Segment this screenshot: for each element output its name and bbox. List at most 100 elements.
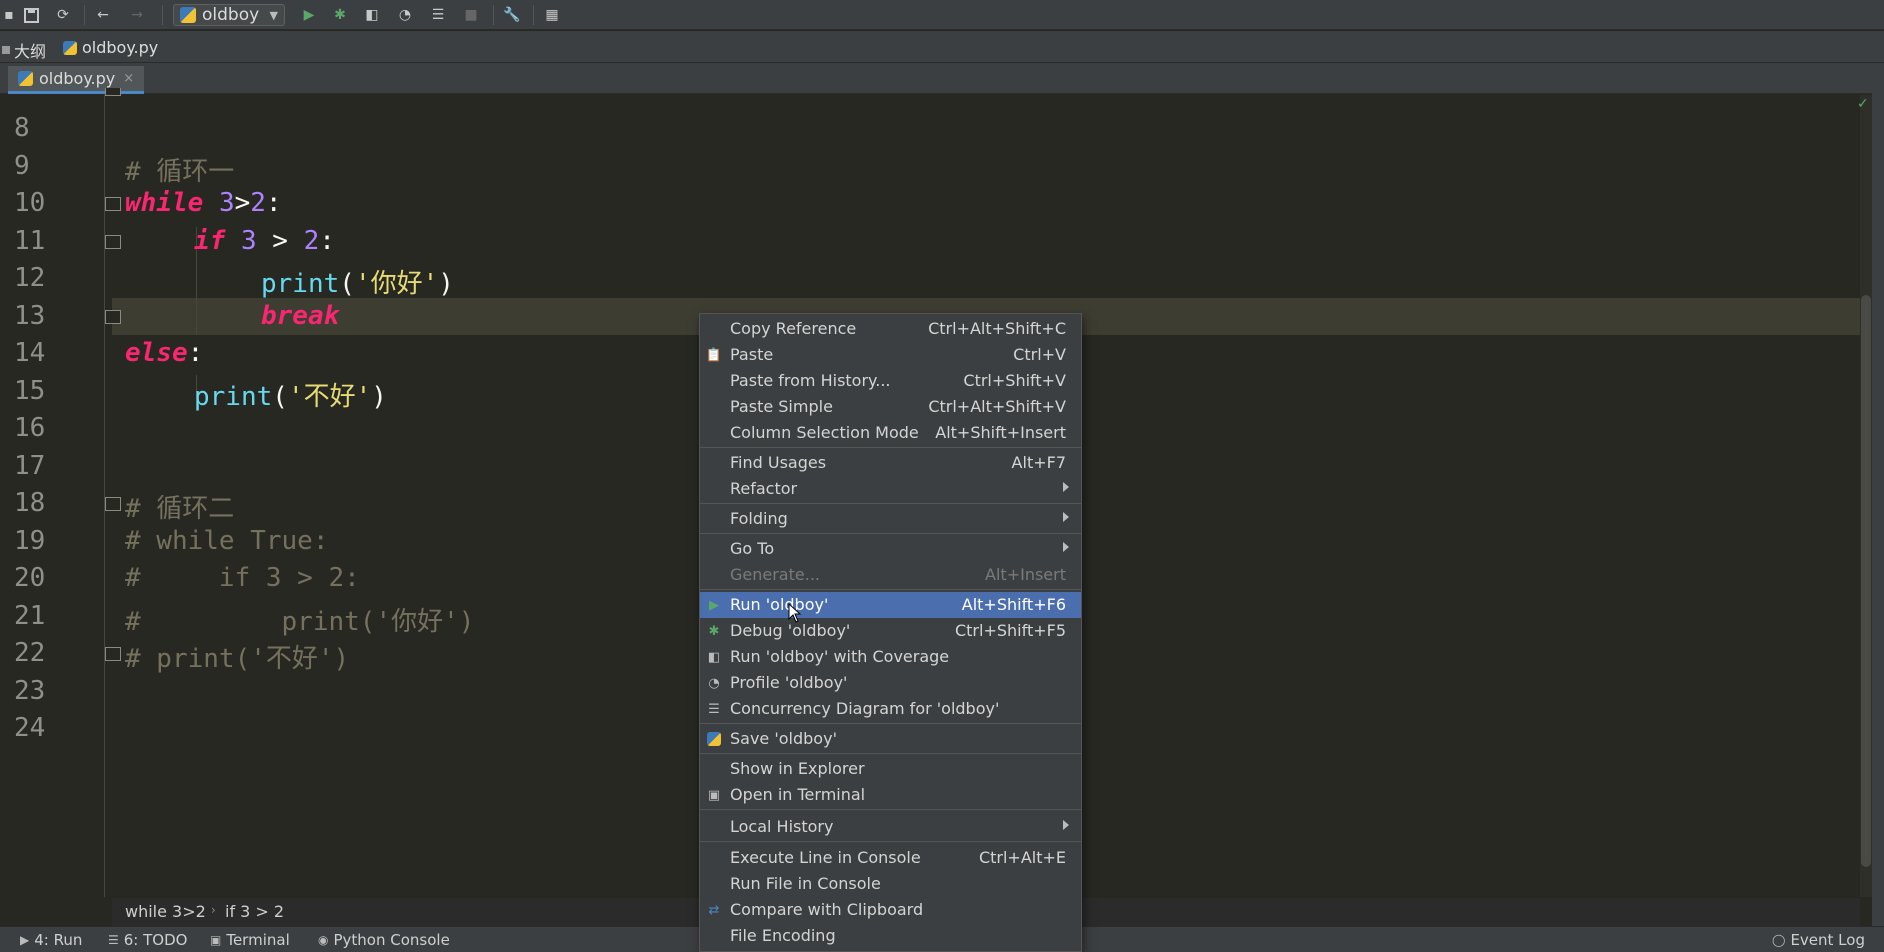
line-number: 22 bbox=[14, 638, 46, 668]
paren: ) bbox=[438, 269, 454, 299]
menu-item-concurrency-diagram[interactable]: ☰ Concurrency Diagram for 'oldboy' bbox=[700, 696, 1081, 722]
breadcrumb-file[interactable]: oldboy.py bbox=[63, 38, 158, 57]
code-line-13: break bbox=[261, 301, 339, 331]
menu-item-run-with-coverage[interactable]: ◧ Run 'oldboy' with Coverage bbox=[700, 644, 1081, 670]
menu-item-label: Run 'oldboy' bbox=[730, 595, 829, 614]
profile-icon[interactable]: ◔ bbox=[396, 6, 414, 24]
concurrency-icon[interactable]: ☰ bbox=[429, 6, 447, 24]
menu-separator bbox=[700, 533, 1081, 534]
sync-icon[interactable]: ⟳ bbox=[54, 6, 72, 24]
fold-marker-icon[interactable] bbox=[105, 235, 121, 249]
right-tool-strip bbox=[1872, 63, 1884, 926]
tool-window-python-console-label: Python Console bbox=[333, 931, 450, 949]
tab-label: oldboy.py bbox=[39, 69, 116, 88]
menu-item-refactor[interactable]: Refactor bbox=[700, 476, 1081, 502]
forward-icon[interactable]: → bbox=[128, 6, 146, 24]
tool-window-terminal[interactable]: ▣ Terminal bbox=[210, 931, 290, 949]
run-icon: ▶ bbox=[709, 597, 719, 613]
menu-item-label: Copy Reference bbox=[730, 319, 857, 338]
scrollbar-thumb[interactable] bbox=[1861, 295, 1871, 867]
code-line-14: else: bbox=[125, 338, 203, 368]
debug-icon: ✱ bbox=[708, 623, 720, 639]
menu-item-local-history[interactable]: Local History bbox=[700, 814, 1081, 840]
keyword-while: while bbox=[125, 188, 204, 218]
submenu-arrow-icon bbox=[1063, 482, 1069, 492]
submenu-arrow-icon bbox=[1063, 512, 1069, 522]
menu-separator bbox=[700, 447, 1081, 448]
line-number: 12 bbox=[14, 263, 46, 293]
menu-item-shortcut: Alt+Shift+F6 bbox=[961, 595, 1066, 614]
line-number: 14 bbox=[14, 338, 46, 368]
stop-icon[interactable]: ■ bbox=[462, 6, 480, 24]
settings-icon[interactable]: 🔧 bbox=[503, 6, 521, 24]
menu-item-save-oldboy[interactable]: Save 'oldboy' bbox=[700, 726, 1081, 752]
tool-window-terminal-label: Terminal bbox=[226, 931, 290, 949]
fold-marker-icon[interactable] bbox=[105, 310, 121, 324]
chevron-down-icon: ▼ bbox=[269, 8, 278, 22]
fold-marker-icon[interactable] bbox=[105, 497, 121, 511]
menu-item-profile-oldboy[interactable]: ◔ Profile 'oldboy' bbox=[700, 670, 1081, 696]
tab-oldboy-py[interactable]: oldboy.py × bbox=[8, 66, 144, 94]
code-line-12: print('你好') bbox=[261, 263, 454, 300]
fold-marker-icon[interactable] bbox=[105, 88, 121, 96]
line-number: 10 bbox=[14, 188, 46, 218]
operator: > bbox=[234, 188, 251, 218]
fold-marker-icon[interactable] bbox=[105, 647, 121, 661]
menu-item-shortcut: Alt+Insert bbox=[985, 565, 1066, 584]
menu-item-show-in-explorer[interactable]: Show in Explorer bbox=[700, 756, 1081, 782]
structure-icon[interactable]: ▦ bbox=[543, 6, 561, 24]
menu-separator bbox=[700, 841, 1081, 842]
inspection-ok-icon: ✓ bbox=[1857, 96, 1869, 112]
menu-item-compare-with-clipboard[interactable]: ⇄ Compare with Clipboard bbox=[700, 897, 1081, 923]
line-number: 21 bbox=[14, 601, 46, 631]
breadcrumb-project[interactable]: 大纲 bbox=[2, 38, 46, 62]
back-icon[interactable]: ← bbox=[94, 6, 112, 24]
fold-marker-icon[interactable] bbox=[105, 197, 121, 211]
menu-item-folding[interactable]: Folding bbox=[700, 506, 1081, 532]
tool-window-todo[interactable]: ☰ 6: TODO bbox=[108, 931, 187, 949]
coverage-icon[interactable]: ◧ bbox=[363, 6, 381, 24]
menu-item-go-to[interactable]: Go To bbox=[700, 536, 1081, 562]
run-icon[interactable]: ▶ bbox=[300, 6, 318, 24]
menu-separator bbox=[700, 723, 1081, 724]
tool-window-event-log[interactable]: ◯ Event Log bbox=[1772, 931, 1865, 949]
keyword-if: if bbox=[194, 226, 226, 256]
run-config-dropdown[interactable]: oldboy ▼ bbox=[173, 4, 285, 26]
tool-window-python-console[interactable]: ◉ Python Console bbox=[318, 931, 450, 949]
line-number: 8 bbox=[14, 113, 30, 143]
debug-icon[interactable]: ✱ bbox=[331, 6, 349, 24]
menu-item-paste-simple[interactable]: Paste Simple Ctrl+Alt+Shift+V bbox=[700, 394, 1081, 420]
close-icon[interactable]: × bbox=[123, 71, 134, 86]
menu-item-label: Open in Terminal bbox=[730, 785, 866, 804]
save-icon[interactable] bbox=[22, 6, 40, 24]
menu-item-paste[interactable]: 📋 Paste Ctrl+V bbox=[700, 342, 1081, 368]
submenu-arrow-icon bbox=[1063, 820, 1069, 830]
menu-item-label: Show in Explorer bbox=[730, 759, 865, 778]
menu-item-debug-oldboy[interactable]: ✱ Debug 'oldboy' Ctrl+Shift+F5 bbox=[700, 618, 1081, 644]
menu-item-paste-from-history[interactable]: Paste from History... Ctrl+Shift+V bbox=[700, 368, 1081, 394]
structure-crumb-while[interactable]: while 3>2 bbox=[125, 902, 206, 921]
menu-item-shortcut: Ctrl+V bbox=[1013, 345, 1066, 364]
menu-item-file-encoding[interactable]: File Encoding bbox=[700, 923, 1081, 949]
menu-item-open-in-terminal[interactable]: ▣ Open in Terminal bbox=[700, 782, 1081, 808]
menu-item-copy-reference[interactable]: Copy Reference Ctrl+Alt+Shift+C bbox=[700, 316, 1081, 342]
menu-item-run-oldboy[interactable]: ▶ Run 'oldboy' Alt+Shift+F6 bbox=[700, 592, 1081, 618]
menu-icon[interactable]: ▪ bbox=[0, 6, 18, 24]
menu-item-label: Run File in Console bbox=[730, 874, 881, 893]
tool-window-run[interactable]: ▶ 4: Run bbox=[20, 931, 82, 949]
keyword-else: else bbox=[125, 338, 188, 368]
menu-item-execute-line-in-console[interactable]: Execute Line in Console Ctrl+Alt+E bbox=[700, 845, 1081, 871]
code-line-15: print('不好') bbox=[194, 376, 387, 413]
tool-window-event-log-label: Event Log bbox=[1790, 931, 1865, 949]
menu-item-find-usages[interactable]: Find Usages Alt+F7 bbox=[700, 450, 1081, 476]
compare-icon: ⇄ bbox=[708, 902, 720, 918]
menu-item-shortcut: Ctrl+Alt+Shift+V bbox=[928, 397, 1066, 416]
menu-item-column-selection-mode[interactable]: Column Selection Mode Alt+Shift+Insert bbox=[700, 420, 1081, 446]
menu-item-run-file-in-console[interactable]: Run File in Console bbox=[700, 871, 1081, 897]
menu-item-generate[interactable]: Generate... Alt+Insert bbox=[700, 562, 1081, 588]
colon: : bbox=[319, 226, 335, 256]
submenu-arrow-icon bbox=[1063, 542, 1069, 552]
structure-crumb-if[interactable]: if 3 > 2 bbox=[225, 902, 284, 921]
string-literal: '你好' bbox=[354, 269, 439, 299]
menu-item-label: Run 'oldboy' with Coverage bbox=[730, 647, 950, 666]
